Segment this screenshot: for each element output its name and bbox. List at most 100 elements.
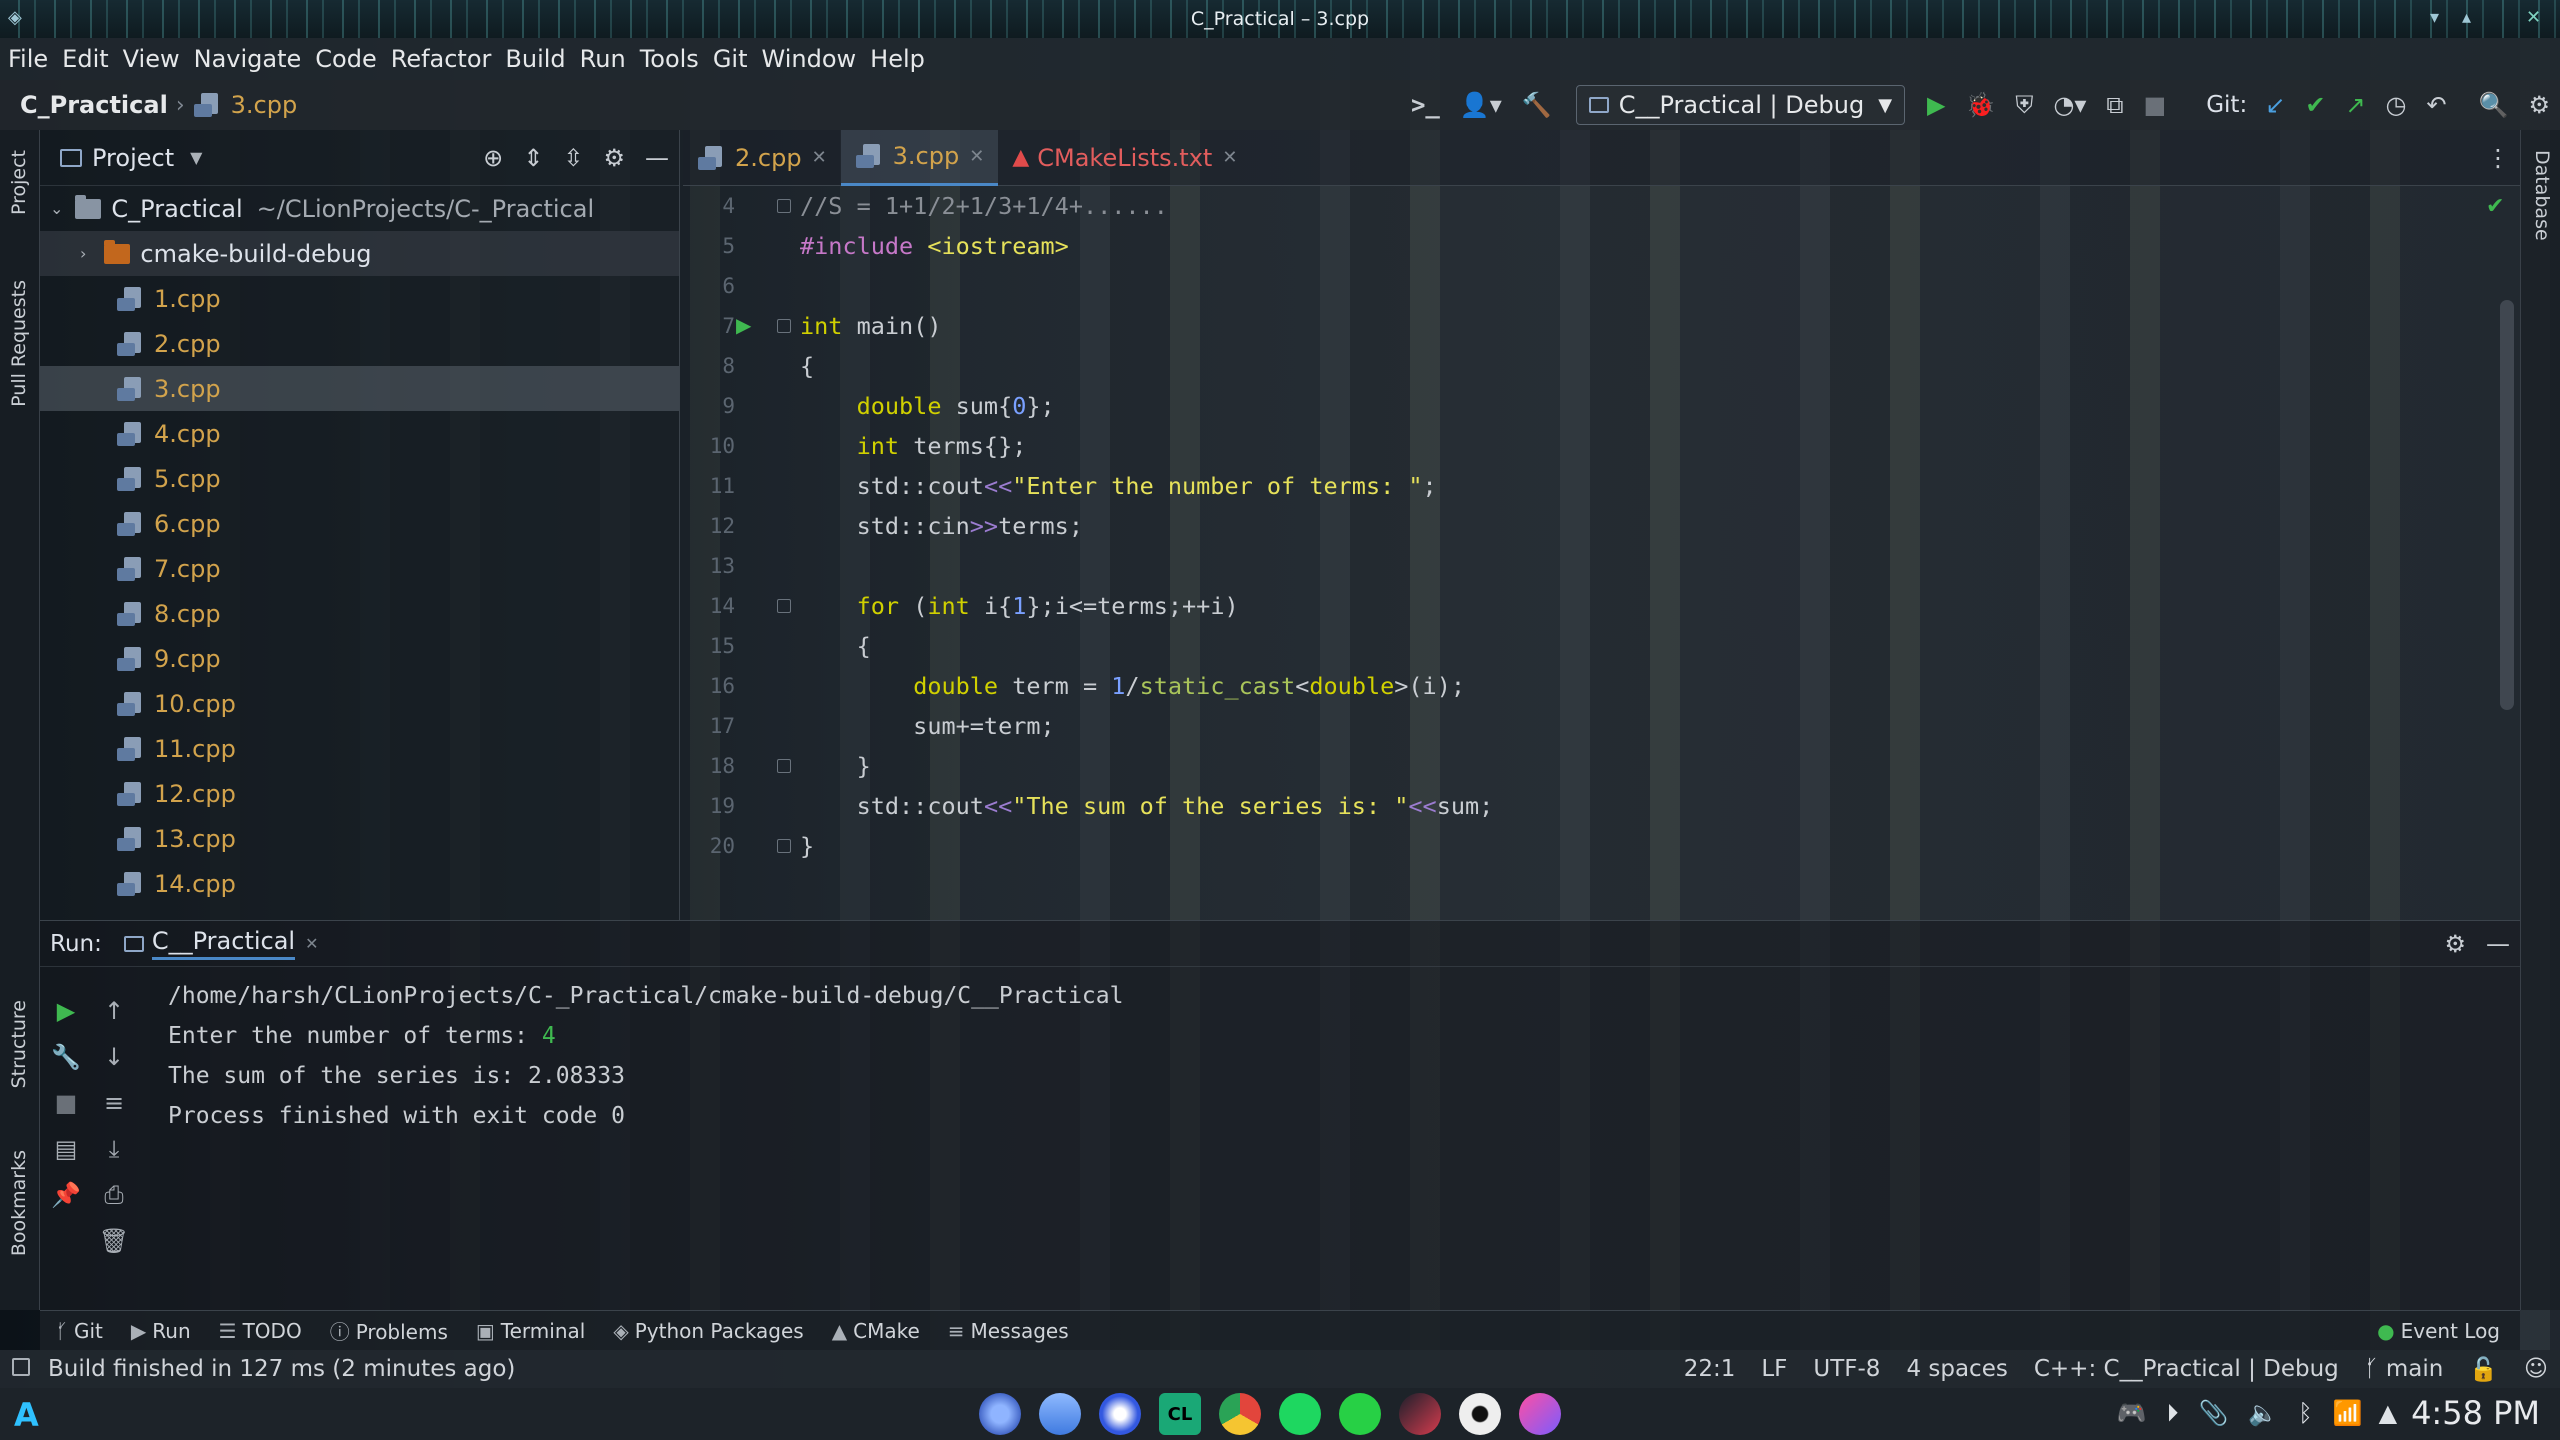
run-icon[interactable]: ▶ <box>1927 93 1945 117</box>
close-tab-icon[interactable]: ✕ <box>812 147 827 168</box>
tooltab-python-packages[interactable]: ◈ Python Packages <box>613 1319 803 1343</box>
indent-setting[interactable]: 4 spaces <box>1906 1356 2007 1382</box>
memory-indicator-icon[interactable]: ☺ <box>2524 1356 2548 1382</box>
tree-file[interactable]: 6.cpp <box>40 501 679 546</box>
tree-file[interactable]: 11.cpp <box>40 726 679 771</box>
rollback-icon[interactable]: ↶ <box>2426 93 2446 117</box>
run-configuration-select[interactable]: C__Practical | Debug ▼ <box>1575 85 1906 125</box>
stop-icon[interactable]: ■ <box>2144 93 2167 117</box>
locate-icon[interactable]: ⊕ <box>483 146 503 170</box>
console-output[interactable]: /home/harsh/CLionProjects/C-_Practical/c… <box>168 967 2468 1311</box>
breadcrumb-project[interactable]: C_Practical <box>20 91 168 119</box>
settings-gear-icon[interactable]: ⚙ <box>2528 93 2550 117</box>
tree-file[interactable]: 4.cpp <box>40 411 679 456</box>
wifi-tray-icon[interactable]: 📶 <box>2333 1399 2363 1427</box>
lock-icon[interactable]: 🔓 <box>2469 1356 2498 1383</box>
spotify-app-icon[interactable] <box>1279 1393 1321 1435</box>
chevron-right-icon[interactable]: › <box>80 244 86 263</box>
tooltab-cmake[interactable]: ▲ CMake <box>832 1319 920 1343</box>
hammer-build-icon[interactable]: 🔨 <box>1522 93 1552 117</box>
scroll-up-icon[interactable]: ↑ <box>94 997 134 1025</box>
print-icon[interactable]: ⎙ <box>94 1181 134 1209</box>
chrome-app-icon[interactable] <box>1219 1393 1261 1435</box>
obs-app-icon[interactable] <box>1459 1393 1501 1435</box>
menu-run[interactable]: Run <box>580 45 626 73</box>
tooltab-todo[interactable]: ☰ TODO <box>219 1319 302 1343</box>
menu-view[interactable]: View <box>123 45 180 73</box>
wrench-icon[interactable]: 🔧 <box>46 1043 86 1071</box>
tab-3-cpp[interactable]: 3.cpp ✕ <box>840 129 999 186</box>
files-app-icon[interactable] <box>979 1393 1021 1435</box>
user-icon[interactable]: 👤▾ <box>1460 93 1502 117</box>
run-settings-icon[interactable]: ⚙ <box>2444 932 2466 956</box>
project-panel-title[interactable]: Project <box>92 144 174 172</box>
more-options-icon[interactable]: ⋮ <box>2486 146 2510 170</box>
tree-file[interactable]: 7.cpp <box>40 546 679 591</box>
toolbox-app-icon[interactable] <box>1399 1393 1441 1435</box>
chevron-down-icon[interactable]: ▼ <box>190 148 202 167</box>
resolve-context[interactable]: C++: C__Practical | Debug <box>2034 1356 2339 1382</box>
history-icon[interactable]: ◷ <box>2386 93 2407 117</box>
line-separator[interactable]: LF <box>1761 1356 1787 1382</box>
menu-build[interactable]: Build <box>505 45 565 73</box>
tree-file[interactable]: 3.cpp <box>40 366 679 411</box>
minimize-icon[interactable]: ▾ <box>2430 7 2454 31</box>
profile-icon[interactable]: ◔▾ <box>2053 93 2086 117</box>
launcher-icon[interactable]: A <box>14 1396 39 1434</box>
stripe-pull-requests[interactable]: Pull Requests <box>8 280 30 407</box>
file-encoding[interactable]: UTF-8 <box>1813 1356 1880 1382</box>
clock[interactable]: 4:58 PM <box>2411 1394 2540 1432</box>
tree-file[interactable]: 13.cpp <box>40 816 679 861</box>
tooltab-problems[interactable]: ⓘ Problems <box>330 1316 448 1345</box>
menu-code[interactable]: Code <box>315 45 376 73</box>
menu-help[interactable]: Help <box>870 45 925 73</box>
menu-tools[interactable]: Tools <box>640 45 699 73</box>
search-icon[interactable]: 🔍 <box>2479 93 2509 117</box>
tree-file[interactable]: 14.cpp <box>40 861 679 906</box>
fold-marker-icon[interactable] <box>777 759 791 773</box>
rerun-icon[interactable]: ▶ <box>46 997 86 1025</box>
close-tab-icon[interactable]: ✕ <box>1222 147 1237 168</box>
maximize-icon[interactable]: ▴ <box>2462 7 2486 31</box>
tree-file[interactable]: 8.cpp <box>40 591 679 636</box>
status-message[interactable]: Build finished in 127 ms (2 minutes ago) <box>48 1356 515 1382</box>
tree-root[interactable]: ⌄ C_Practical ~/CLionProjects/C-_Practic… <box>40 186 679 231</box>
menu-refactor[interactable]: Refactor <box>391 45 492 73</box>
tree-file[interactable]: 9.cpp <box>40 636 679 681</box>
caret-position[interactable]: 22:1 <box>1684 1356 1736 1382</box>
scroll-to-end-icon[interactable]: ⤓ <box>94 1135 134 1163</box>
git-push-icon[interactable]: ↗ <box>2345 93 2365 117</box>
tree-file[interactable]: 2.cpp <box>40 321 679 366</box>
chat-app-icon[interactable] <box>1099 1393 1141 1435</box>
tree-file[interactable]: 12.cpp <box>40 771 679 816</box>
fold-marker-icon[interactable] <box>777 199 791 213</box>
expand-all-icon[interactable]: ⇕ <box>523 146 543 170</box>
git-update-icon[interactable]: ↙ <box>2265 93 2285 117</box>
browser-app-icon[interactable] <box>1519 1393 1561 1435</box>
tooltab-messages[interactable]: ≡ Messages <box>948 1319 1069 1343</box>
tray-expand-icon[interactable]: ▲ <box>2379 1399 2397 1427</box>
menu-git[interactable]: Git <box>713 45 748 73</box>
close-icon[interactable]: ✕ <box>2526 7 2550 31</box>
git-commit-icon[interactable]: ✔ <box>2305 93 2325 117</box>
fold-marker-icon[interactable] <box>777 599 791 613</box>
tree-file[interactable]: 5.cpp <box>40 456 679 501</box>
tab-cmakelists[interactable]: ▲ CMakeLists.txt ✕ <box>998 130 1251 186</box>
run-gutter-icon[interactable]: ▶ <box>736 313 751 337</box>
app-icon[interactable]: ◈ <box>8 7 32 31</box>
breadcrumb-file[interactable]: 3.cpp <box>231 91 298 119</box>
fold-marker-icon[interactable] <box>777 839 791 853</box>
scroll-down-icon[interactable]: ↓ <box>94 1043 134 1071</box>
menu-file[interactable]: File <box>8 45 48 73</box>
folder-app-icon[interactable] <box>1039 1393 1081 1435</box>
discord-tray-icon[interactable]: 🎮 <box>2117 1399 2147 1427</box>
stripe-project[interactable]: Project <box>8 150 30 215</box>
soft-wrap-icon[interactable]: ≡ <box>94 1089 134 1117</box>
media-tray-icon[interactable]: ⏵ <box>2167 1399 2179 1427</box>
tree-folder-cmake-build-debug[interactable]: › cmake-build-debug <box>40 231 679 276</box>
tooltab-git[interactable]: ᚶ Git <box>56 1319 103 1343</box>
run-tab[interactable]: C__Practical <box>151 927 296 960</box>
coverage-icon[interactable]: ⛨ <box>2015 93 2033 117</box>
panel-settings-icon[interactable]: ⚙ <box>603 146 625 170</box>
clip-tray-icon[interactable]: 📎 <box>2199 1399 2229 1427</box>
